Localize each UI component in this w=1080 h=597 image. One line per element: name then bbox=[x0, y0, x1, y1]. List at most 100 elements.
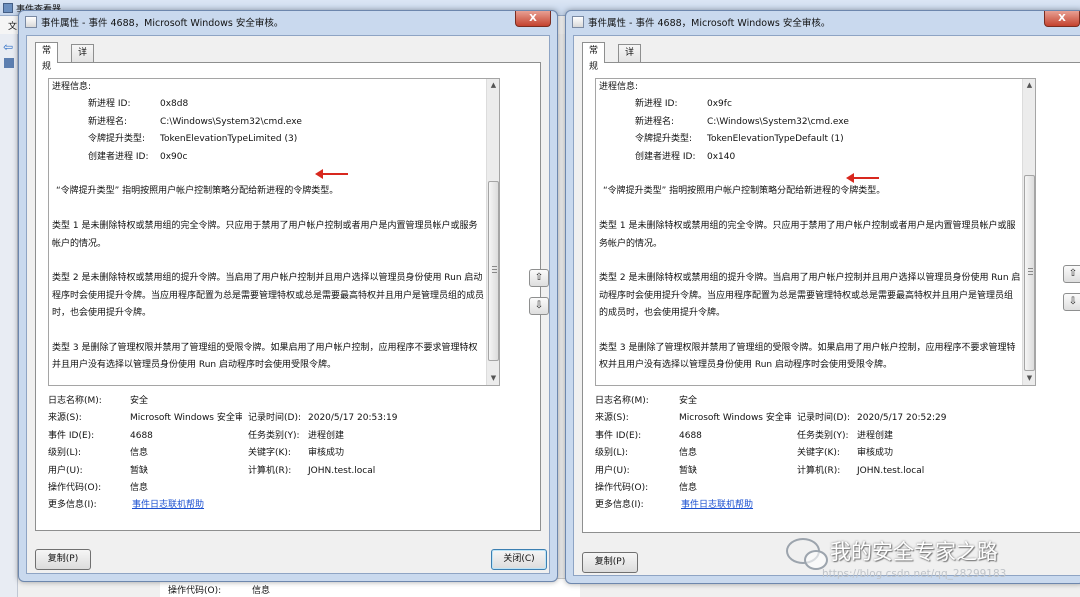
previous-event-button[interactable]: ⇧ bbox=[1063, 265, 1080, 283]
logged-label: 记录时间(D): bbox=[248, 413, 301, 424]
event-id-value: 4688 bbox=[130, 430, 153, 441]
event-id-value: 4688 bbox=[679, 430, 702, 441]
dialog-body: 常规 详细信息 进程信息: 新进程 ID: 0x9fc 新进程名: C:\Windo… bbox=[573, 35, 1080, 576]
previous-event-button[interactable]: ⇧ bbox=[529, 269, 549, 287]
log-name-value: 安全 bbox=[130, 396, 149, 406]
token-explain-text: “令牌提升类型” 指明按照用户帐户控制策略分配给新进程的令牌类型。 bbox=[603, 186, 886, 197]
type2-text: 类型 2 是未删除特权或禁用组的提升令牌。当启用了用户帐户控制并且用户选择以管理… bbox=[599, 273, 1021, 319]
tab-general[interactable]: 常规 bbox=[582, 42, 606, 72]
keywords-value: 审核成功 bbox=[308, 448, 345, 459]
type2-text: 类型 2 是未删除特权或禁用组的提升令牌。当启用了用户帐户控制并且用户选择以管理… bbox=[52, 273, 485, 319]
task-category-label: 任务类别(Y): bbox=[248, 430, 300, 441]
description-box[interactable]: 进程信息: 新进程 ID: 0x8d8 新进程名: C:\Windows\Syste… bbox=[48, 78, 500, 386]
type1-text: 类型 1 是未删除特权或禁用组的完全令牌。只应用于禁用了用户帐户控制或者用户是内… bbox=[52, 221, 478, 249]
opcode-value: 信息 bbox=[130, 483, 149, 493]
task-category-value: 进程创建 bbox=[308, 430, 345, 441]
new-name-value: C:\Windows\System32\cmd.exe bbox=[160, 116, 302, 127]
logged-value: 2020/5/17 20:52:29 bbox=[857, 413, 947, 424]
copy-button[interactable]: 复制(P) bbox=[582, 552, 638, 573]
event-viewer-icon bbox=[3, 3, 13, 13]
user-value: 暂缺 bbox=[679, 465, 698, 476]
tab-details[interactable]: 详细信息 bbox=[618, 44, 642, 106]
watermark-text: 我的安全专家之路 bbox=[830, 540, 998, 564]
tab-details[interactable]: 详细信息 bbox=[71, 44, 95, 106]
computer-label: 计算机(R): bbox=[248, 465, 292, 476]
computer-label: 计算机(R): bbox=[797, 465, 841, 476]
type1-text: 类型 1 是未删除特权或禁用组的完全令牌。只应用于禁用了用户帐户控制或者用户是内… bbox=[599, 221, 1016, 249]
level-value: 信息 bbox=[130, 448, 149, 459]
new-name-value: C:\Windows\System32\cmd.exe bbox=[707, 116, 849, 127]
creator-pid-value: 0x90c bbox=[160, 151, 188, 162]
description-text: 进程信息: 新进程 ID: 0x9fc 新进程名: C:\Windows\Syste… bbox=[599, 79, 1021, 375]
event-properties-dialog-right: 事件属性 - 事件 4688，Microsoft Windows 安全审核。 X… bbox=[565, 10, 1080, 584]
token-type-label: 令牌提升类型: bbox=[88, 134, 146, 145]
task-category-value: 进程创建 bbox=[857, 430, 894, 441]
scroll-thumb[interactable] bbox=[488, 181, 499, 361]
new-name-label: 新进程名: bbox=[88, 116, 128, 127]
type3-text: 类型 3 是删除了管理权限并禁用了管理组的受限令牌。如果启用了用户帐户控制，应用… bbox=[52, 342, 478, 371]
opcode-label: 操作代码(O): bbox=[48, 483, 102, 493]
new-pid-value: 0x9fc bbox=[707, 99, 732, 110]
bg-opcode-value: 信息 bbox=[252, 586, 271, 596]
red-annotation-arrow bbox=[846, 173, 879, 183]
source-value: Microsoft Windows 安全审 bbox=[130, 413, 242, 424]
dialog-title: 事件属性 - 事件 4688，Microsoft Windows 安全审核。 bbox=[41, 18, 284, 29]
bg-opcode-label: 操作代码(O): bbox=[168, 586, 222, 596]
dialog-icon bbox=[572, 16, 584, 28]
creator-pid-row: 创建者进程 ID: 0x140 bbox=[599, 149, 1021, 166]
new-name-label: 新进程名: bbox=[635, 116, 675, 127]
creator-pid-value: 0x140 bbox=[707, 151, 736, 162]
dialog-icon bbox=[25, 16, 37, 28]
back-arrow-icon[interactable]: ⇦ bbox=[3, 40, 13, 54]
new-pid-row: 新进程 ID: 0x9fc bbox=[599, 96, 1021, 113]
scroll-up-icon[interactable]: ▲ bbox=[488, 80, 499, 91]
more-info-label: 更多信息(I): bbox=[48, 500, 97, 511]
tab-general[interactable]: 常规 bbox=[35, 42, 59, 72]
keywords-value: 审核成功 bbox=[857, 448, 894, 459]
close-icon[interactable]: X bbox=[1044, 11, 1080, 27]
next-event-button[interactable]: ⇩ bbox=[1063, 293, 1080, 311]
menu-file[interactable]: 文 bbox=[8, 19, 17, 32]
computer-value: JOHN.test.local bbox=[857, 465, 925, 476]
description-box[interactable]: 进程信息: 新进程 ID: 0x9fc 新进程名: C:\Windows\Syste… bbox=[595, 78, 1036, 386]
event-viewer-nav: ⇦ bbox=[0, 34, 18, 597]
level-label: 级别(L): bbox=[595, 448, 629, 459]
token-type-value: TokenElevationTypeDefault (1) bbox=[707, 134, 844, 145]
tree-node-icon[interactable] bbox=[4, 58, 14, 68]
source-label: 来源(S): bbox=[48, 413, 82, 424]
keywords-label: 关键字(K): bbox=[797, 448, 840, 459]
close-button[interactable]: 关闭(C) bbox=[491, 549, 547, 570]
description-scrollbar[interactable]: ▲ ▼ bbox=[486, 79, 499, 385]
watermark-url: https://blog.csdn.net/qq_28299183 bbox=[822, 568, 1007, 580]
close-icon[interactable]: X bbox=[515, 11, 551, 27]
log-name-label: 日志名称(M): bbox=[595, 396, 649, 406]
scroll-thumb[interactable] bbox=[1024, 175, 1035, 371]
creator-pid-row: 创建者进程 ID: 0x90c bbox=[52, 149, 485, 166]
tab-panel-general: 进程信息: 新进程 ID: 0x9fc 新进程名: C:\Windows\Syste… bbox=[582, 62, 1080, 533]
more-info-link[interactable]: 事件日志联机帮助 bbox=[132, 497, 204, 514]
description-scrollbar[interactable]: ▲ ▼ bbox=[1022, 79, 1035, 385]
creator-pid-label: 创建者进程 ID: bbox=[635, 151, 696, 162]
source-value: Microsoft Windows 安全审 bbox=[679, 413, 791, 424]
task-category-label: 任务类别(Y): bbox=[797, 430, 849, 441]
scroll-up-icon[interactable]: ▲ bbox=[1024, 80, 1035, 91]
new-pid-value: 0x8d8 bbox=[160, 99, 189, 110]
user-label: 用户(U): bbox=[595, 465, 630, 476]
log-name-label: 日志名称(M): bbox=[48, 396, 102, 406]
logged-value: 2020/5/17 20:53:19 bbox=[308, 413, 398, 424]
description-text: 进程信息: 新进程 ID: 0x8d8 新进程名: C:\Windows\Syste… bbox=[52, 79, 485, 375]
event-properties-dialog-left: 事件属性 - 事件 4688，Microsoft Windows 安全审核。 X… bbox=[18, 10, 558, 582]
new-pid-row: 新进程 ID: 0x8d8 bbox=[52, 96, 485, 113]
next-event-button[interactable]: ⇩ bbox=[529, 297, 549, 315]
more-info-label: 更多信息(I): bbox=[595, 500, 644, 511]
new-pid-label: 新进程 ID: bbox=[88, 99, 131, 110]
copy-button[interactable]: 复制(P) bbox=[35, 549, 91, 570]
more-info-link[interactable]: 事件日志联机帮助 bbox=[681, 497, 753, 514]
token-type-row: 令牌提升类型: TokenElevationTypeLimited (3) bbox=[52, 131, 485, 148]
event-id-label: 事件 ID(E): bbox=[595, 430, 642, 441]
logged-label: 记录时间(D): bbox=[797, 413, 850, 424]
scroll-down-icon[interactable]: ▼ bbox=[488, 373, 499, 384]
token-explain-text: “令牌提升类型” 指明按照用户帐户控制策略分配给新进程的令牌类型。 bbox=[56, 186, 339, 197]
log-name-value: 安全 bbox=[679, 396, 698, 406]
scroll-down-icon[interactable]: ▼ bbox=[1024, 373, 1035, 384]
